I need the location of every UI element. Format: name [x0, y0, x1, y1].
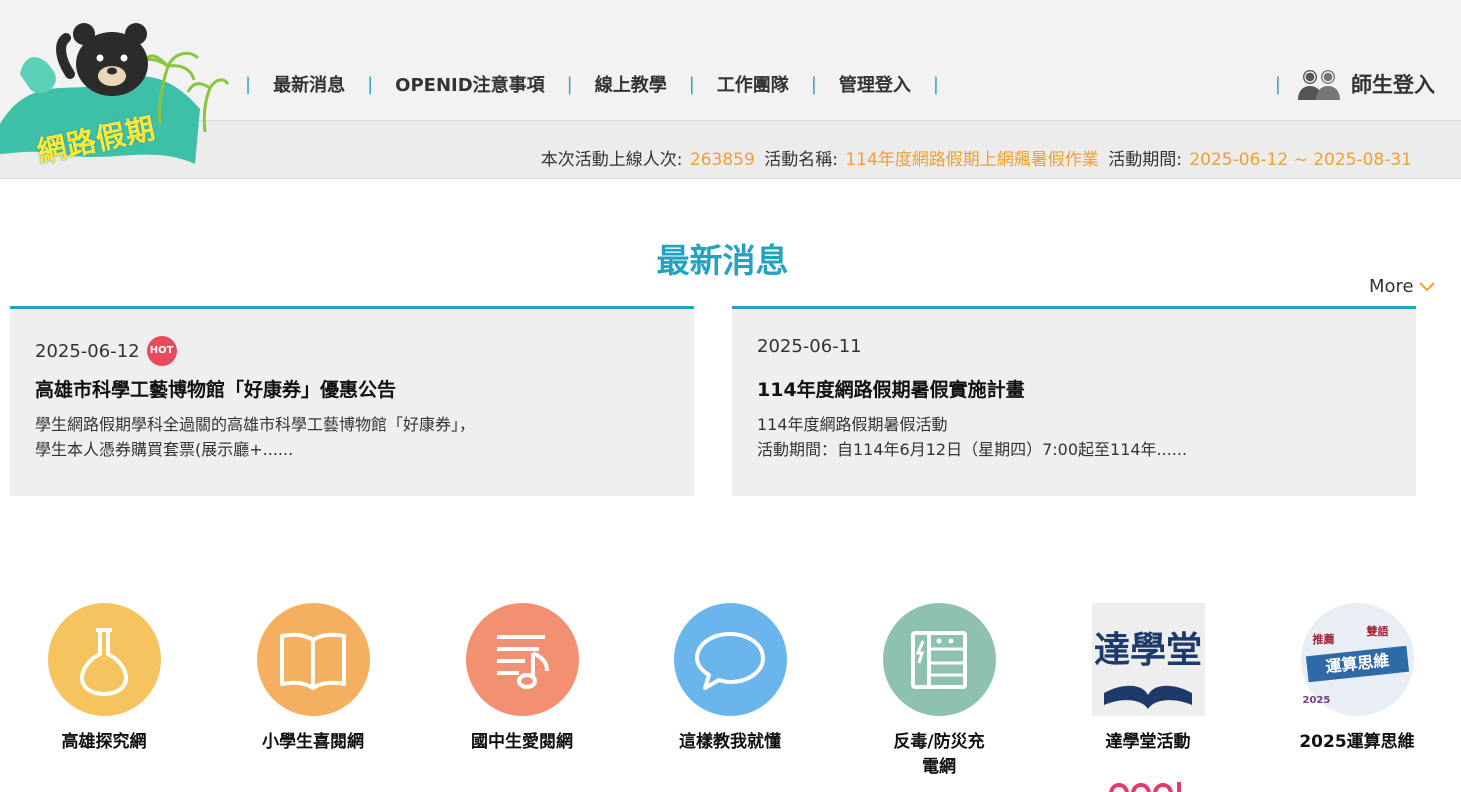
link-daxuetang[interactable]: 達學堂 達學堂活動 — [1068, 600, 1228, 755]
news-date-text: 2025-06-12 — [35, 340, 140, 362]
news-date-text: 2025-06-11 — [757, 336, 862, 357]
link-teach-me[interactable]: 這樣教我就懂 — [650, 600, 810, 755]
nav-separator: | — [810, 73, 817, 95]
chevron-down-icon — [1418, 281, 1435, 291]
page: 網路假期 | 最新消息 | OPENID注意事項 | 線上教學 | 工作團隊 |… — [0, 0, 1461, 792]
link-label: 小學生喜閱網 — [262, 732, 364, 752]
online-count-label: 本次活動上線人次: — [540, 150, 683, 170]
hot-badge: HOT — [146, 336, 177, 366]
activity-stats: 本次活動上線人次: 263859 活動名稱: 114年度網路假期上網飆暑假作業 … — [541, 145, 1416, 170]
activity-period-label: 活動期間: — [1108, 150, 1182, 170]
site-logo[interactable]: 網路假期 — [0, 14, 230, 174]
partially-visible-banner — [1107, 776, 1187, 792]
online-count-value: 263859 — [689, 150, 755, 170]
nav-separator: | — [932, 73, 939, 95]
news-summary-line: 114年度網路假期暑假活動 — [757, 415, 948, 434]
news-summary-line: 活動期間：自114年6月12日（星期四）7:00起至114年...... — [757, 440, 1188, 459]
nav-separator: | — [367, 73, 374, 95]
link-label-line: 反毒/防災充 — [893, 732, 985, 752]
charger-icon — [882, 603, 996, 716]
nav-item-online-tutorial[interactable]: 線上教學 — [595, 71, 667, 97]
users-icon — [1298, 70, 1340, 100]
book-icon — [256, 603, 370, 716]
link-label: 2025運算思維 — [1299, 732, 1415, 752]
news-card[interactable]: 2025-06-11 114年度網路假期暑假實施計畫 114年度網路假期暑假活動… — [732, 306, 1416, 496]
link-label: 達學堂活動 — [1105, 732, 1191, 752]
news-date: 2025-06-11 — [757, 336, 862, 357]
news-title: 高雄市科學工藝博物館「好康券」優惠公告 — [35, 379, 397, 401]
link-kaohsiung-inquiry[interactable]: 高雄探究網 — [24, 600, 184, 755]
daxuetang-logo-text: 達學堂 — [1093, 629, 1202, 671]
activity-name-value: 114年度網路假期上網飆暑假作業 — [845, 150, 1099, 170]
link-junior-reading[interactable]: 國中生愛閱網 — [442, 600, 602, 755]
news-summary: 114年度網路假期暑假活動 活動期間：自114年6月12日（星期四）7:00起至… — [757, 412, 1187, 462]
ct-logo-year: 2025 — [1302, 695, 1331, 706]
nav-separator: | — [566, 73, 573, 95]
link-label: 反毒/防災充 電網 — [859, 730, 1019, 780]
link-label: 高雄探究網 — [61, 732, 147, 752]
link-label: 這樣教我就懂 — [679, 732, 781, 752]
computational-thinking-logo: 推薦 雙語 運算思維 2025 — [1300, 603, 1414, 716]
nav-separator: | — [1274, 73, 1281, 95]
teacher-student-login-button[interactable]: | 師生登入 — [1275, 66, 1435, 102]
nav-item-news[interactable]: 最新消息 — [273, 71, 345, 97]
nav-item-team[interactable]: 工作團隊 — [717, 71, 789, 97]
more-link[interactable]: More — [1369, 276, 1436, 297]
nav-separator: | — [245, 73, 252, 95]
news-date: 2025-06-12 HOT — [35, 336, 177, 366]
tag-recommend: 推薦 — [1312, 633, 1335, 646]
chat-bubble-icon — [673, 603, 787, 716]
daxuetang-logo: 達學堂 — [1091, 603, 1205, 716]
nav-item-openid-notes[interactable]: OPENID注意事項 — [395, 71, 545, 97]
ct-logo-banner: 運算思維 — [1305, 645, 1409, 683]
link-elementary-reading[interactable]: 小學生喜閱網 — [233, 600, 393, 755]
main-nav: | 最新消息 | OPENID注意事項 | 線上教學 | 工作團隊 | 管理登入… — [245, 68, 961, 100]
tag-bilingual: 雙語 — [1366, 625, 1389, 638]
news-section-title: 最新消息 — [656, 241, 789, 280]
link-anti-drug-disaster[interactable]: 反毒/防災充 電網 — [859, 600, 1019, 780]
login-label: 師生登入 — [1351, 73, 1435, 97]
activity-period-value: 2025-06-12 ~ 2025-08-31 — [1189, 150, 1412, 170]
news-summary: 學生網路假期學科全過關的高雄市科學工藝博物館「好康券」， 學生本人憑券購買套票(… — [35, 412, 475, 462]
flask-icon — [47, 603, 161, 716]
news-summary-line: 學生網路假期學科全過關的高雄市科學工藝博物館「好康券」， — [35, 415, 476, 434]
music-note-icon — [465, 603, 579, 716]
link-label-line: 電網 — [922, 757, 956, 777]
news-card[interactable]: 2025-06-12 HOT 高雄市科學工藝博物館「好康券」優惠公告 學生網路假… — [10, 306, 694, 496]
more-label: More — [1369, 276, 1414, 297]
link-computational-thinking[interactable]: 推薦 雙語 運算思維 2025 2025運算思維 — [1277, 600, 1437, 755]
news-summary-line: 學生本人憑券購買套票(展示廳+...... — [35, 440, 294, 459]
link-label: 國中生愛閱網 — [471, 732, 573, 752]
activity-name-label: 活動名稱: — [764, 150, 838, 170]
nav-separator: | — [688, 73, 695, 95]
quick-links: 高雄探究網 小學生喜閱網 國中生愛閱網 這樣教我就懂 反毒/防災充 電網 達學堂… — [0, 600, 1461, 792]
news-title: 114年度網路假期暑假實施計畫 — [757, 379, 1025, 401]
nav-item-admin-login[interactable]: 管理登入 — [839, 71, 911, 97]
